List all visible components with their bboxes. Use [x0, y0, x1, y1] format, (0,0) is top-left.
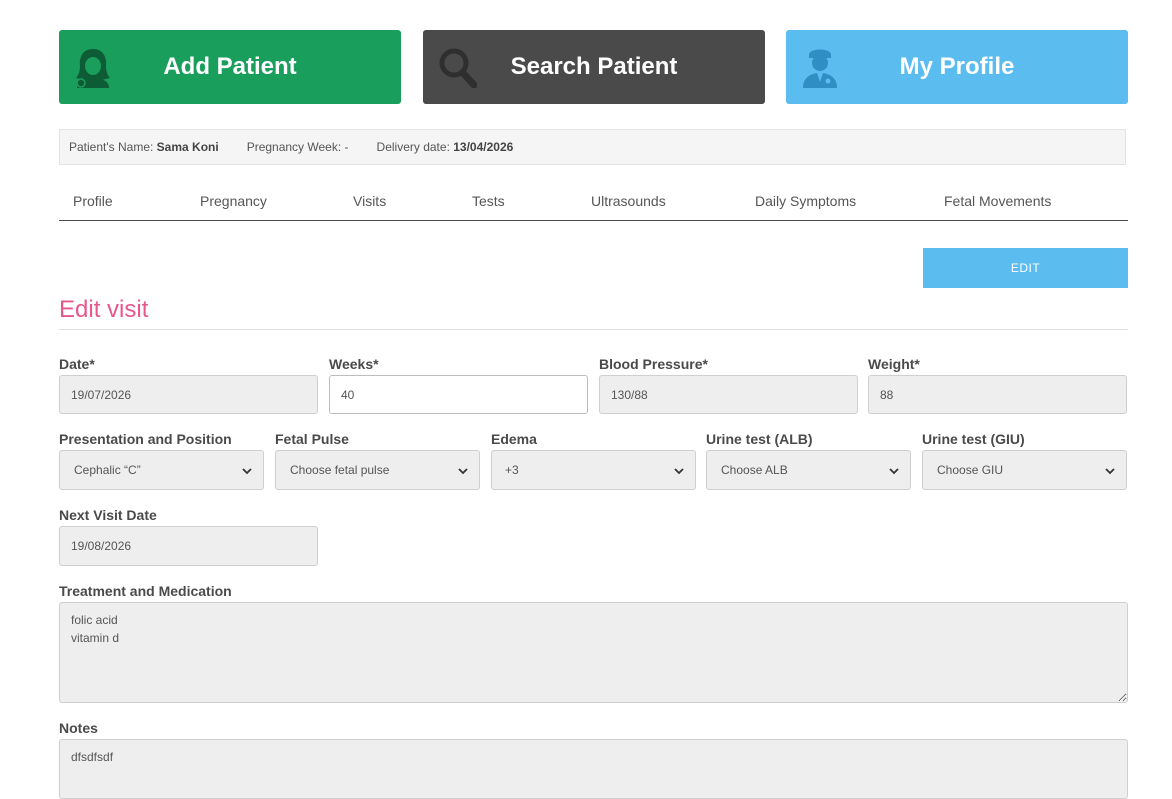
- presentation-label: Presentation and Position: [59, 431, 232, 447]
- notes-label: Notes: [59, 720, 98, 736]
- treatment-textarea[interactable]: folic acid vitamin d: [59, 602, 1128, 703]
- add-patient-button[interactable]: Add Patient: [59, 30, 401, 104]
- delivery-date-label: Delivery date:: [376, 140, 450, 154]
- patient-info-bar: Patient's Name: Sama Koni Pregnancy Week…: [59, 129, 1126, 165]
- blood-pressure-input[interactable]: [599, 375, 858, 414]
- pregnancy-week-label: Pregnancy Week:: [246, 140, 342, 154]
- add-patient-label: Add Patient: [163, 53, 297, 80]
- tab-visits[interactable]: Visits: [353, 193, 386, 209]
- delivery-date-value: 13/04/2026: [453, 140, 514, 154]
- chevron-down-icon: [242, 468, 252, 475]
- weight-input[interactable]: [868, 375, 1127, 414]
- urine-alb-value: Choose ALB: [721, 463, 788, 477]
- weeks-label: Weeks*: [329, 356, 379, 372]
- edema-value: +3: [505, 463, 519, 477]
- tab-fetal-movements[interactable]: Fetal Movements: [944, 193, 1051, 209]
- patient-name-label: Patient's Name:: [69, 140, 154, 154]
- urine-alb-label: Urine test (ALB): [706, 431, 813, 447]
- next-visit-label: Next Visit Date: [59, 507, 157, 523]
- fetal-pulse-select[interactable]: Choose fetal pulse: [275, 450, 480, 490]
- my-profile-button[interactable]: My Profile: [786, 30, 1128, 104]
- date-input[interactable]: [59, 375, 318, 414]
- treatment-label: Treatment and Medication: [59, 583, 232, 599]
- urine-giu-label: Urine test (GIU): [922, 431, 1025, 447]
- weeks-input[interactable]: [329, 375, 588, 414]
- edema-label: Edema: [491, 431, 537, 447]
- presentation-select[interactable]: Cephalic “C”: [59, 450, 264, 490]
- date-label: Date*: [59, 356, 95, 372]
- pregnancy-week-value: -: [344, 140, 349, 154]
- tab-pregnancy[interactable]: Pregnancy: [200, 193, 267, 209]
- tab-tests[interactable]: Tests: [472, 193, 505, 209]
- pregnancy-week: Pregnancy Week: -: [247, 140, 349, 154]
- chevron-down-icon: [889, 468, 899, 475]
- tab-ultrasounds[interactable]: Ultrasounds: [591, 193, 666, 209]
- edit-button[interactable]: EDIT: [923, 248, 1128, 288]
- blood-pressure-label: Blood Pressure*: [599, 356, 708, 372]
- presentation-value: Cephalic “C”: [74, 463, 141, 477]
- patient-tabs: Profile Pregnancy Visits Tests Ultrasoun…: [59, 183, 1128, 221]
- tab-daily-symptoms[interactable]: Daily Symptoms: [755, 193, 856, 209]
- my-profile-label: My Profile: [899, 53, 1015, 80]
- section-title: Edit visit: [59, 296, 149, 323]
- edema-select[interactable]: +3: [491, 450, 696, 490]
- urine-giu-value: Choose GIU: [937, 463, 1004, 477]
- urine-alb-select[interactable]: Choose ALB: [706, 450, 911, 490]
- fetal-pulse-value: Choose fetal pulse: [290, 463, 390, 477]
- chevron-down-icon: [1105, 468, 1115, 475]
- search-patient-button[interactable]: Search Patient: [423, 30, 765, 104]
- delivery-date: Delivery date: 13/04/2026: [377, 140, 514, 154]
- notes-textarea[interactable]: dfsdfsdf: [59, 739, 1128, 799]
- patient-name: Patient's Name: Sama Koni: [69, 140, 219, 154]
- weight-label: Weight*: [868, 356, 920, 372]
- urine-giu-select[interactable]: Choose GIU: [922, 450, 1127, 490]
- search-patient-label: Search Patient: [510, 53, 678, 80]
- patient-name-value: Sama Koni: [156, 140, 219, 154]
- chevron-down-icon: [674, 468, 684, 475]
- chevron-down-icon: [458, 468, 468, 475]
- next-visit-input[interactable]: [59, 526, 318, 566]
- tab-profile[interactable]: Profile: [73, 193, 113, 209]
- fetal-pulse-label: Fetal Pulse: [275, 431, 349, 447]
- section-divider: [59, 329, 1128, 330]
